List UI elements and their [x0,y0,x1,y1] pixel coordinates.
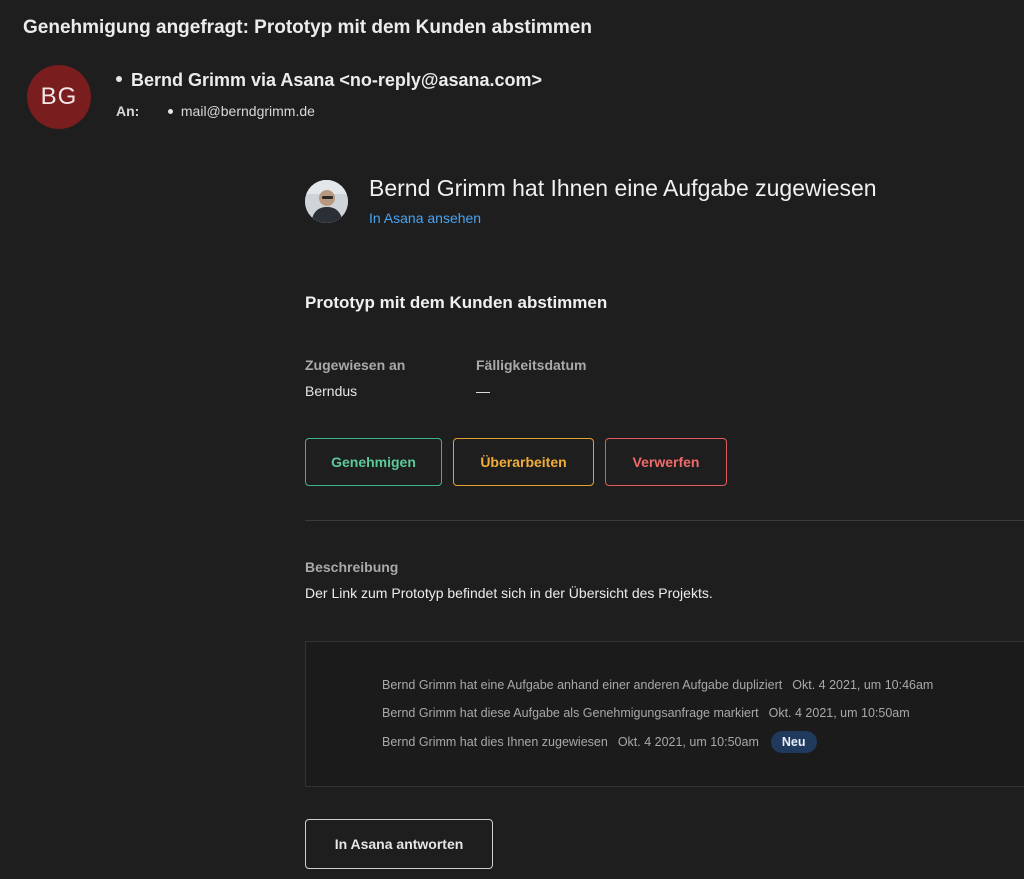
bullet-icon [167,108,173,114]
notification-headline: Bernd Grimm hat Ihnen eine Aufgabe zugew… [369,175,877,201]
email-subject: Genehmigung angefragt: Prototyp mit dem … [23,17,592,38]
reply-in-asana-button[interactable]: In Asana antworten [305,819,493,869]
recipient-address[interactable]: mail@berndgrimm.de [181,103,315,119]
sender-name: Bernd Grimm via Asana <no-reply@asana.co… [131,70,543,90]
approve-button[interactable]: Genehmigen [305,438,442,486]
activity-timestamp: Okt. 4 2021, um 10:46am [792,678,934,692]
activity-feed: Bernd Grimm hat eine Aufgabe anhand eine… [305,641,1024,787]
bullet-icon [116,76,122,83]
section-divider [305,520,1024,521]
description-text: Der Link zum Prototyp befindet sich in d… [305,585,713,601]
activity-timestamp: Okt. 4 2021, um 10:50am [768,706,910,720]
rework-button[interactable]: Überarbeiten [453,438,594,486]
sender-initials: BG [40,83,78,110]
description-label: Beschreibung [305,559,399,575]
assignee-value: Berndus [305,383,358,399]
sender-line[interactable]: Bernd Grimm via Asana <no-reply@asana.co… [116,70,542,91]
assigner-avatar [305,180,348,223]
view-in-asana-link[interactable]: In Asana ansehen [369,210,481,226]
new-badge: Neu [770,731,817,753]
activity-timestamp: Okt. 4 2021, um 10:50am [617,735,759,749]
task-title: Prototyp mit dem Kunden abstimmen [305,293,608,312]
activity-item: Bernd Grimm hat eine Aufgabe anhand eine… [382,678,933,692]
activity-text: Bernd Grimm hat eine Aufgabe anhand eine… [382,678,783,692]
due-date-label: Fälligkeitsdatum [476,357,587,373]
activity-text: Bernd Grimm hat dies Ihnen zugewiesen [382,735,608,749]
activity-item: Bernd Grimm hat diese Aufgabe als Genehm… [382,706,910,720]
due-date-value: — [476,383,490,399]
reject-button[interactable]: Verwerfen [605,438,727,486]
to-label: An: [116,103,140,119]
activity-item: Bernd Grimm hat dies Ihnen zugewiesen Ok… [382,731,817,753]
sender-avatar: BG [27,65,91,129]
activity-text: Bernd Grimm hat diese Aufgabe als Genehm… [382,706,759,720]
assignee-label: Zugewiesen an [305,357,406,373]
recipient-row: An: mail@berndgrimm.de [116,103,315,119]
